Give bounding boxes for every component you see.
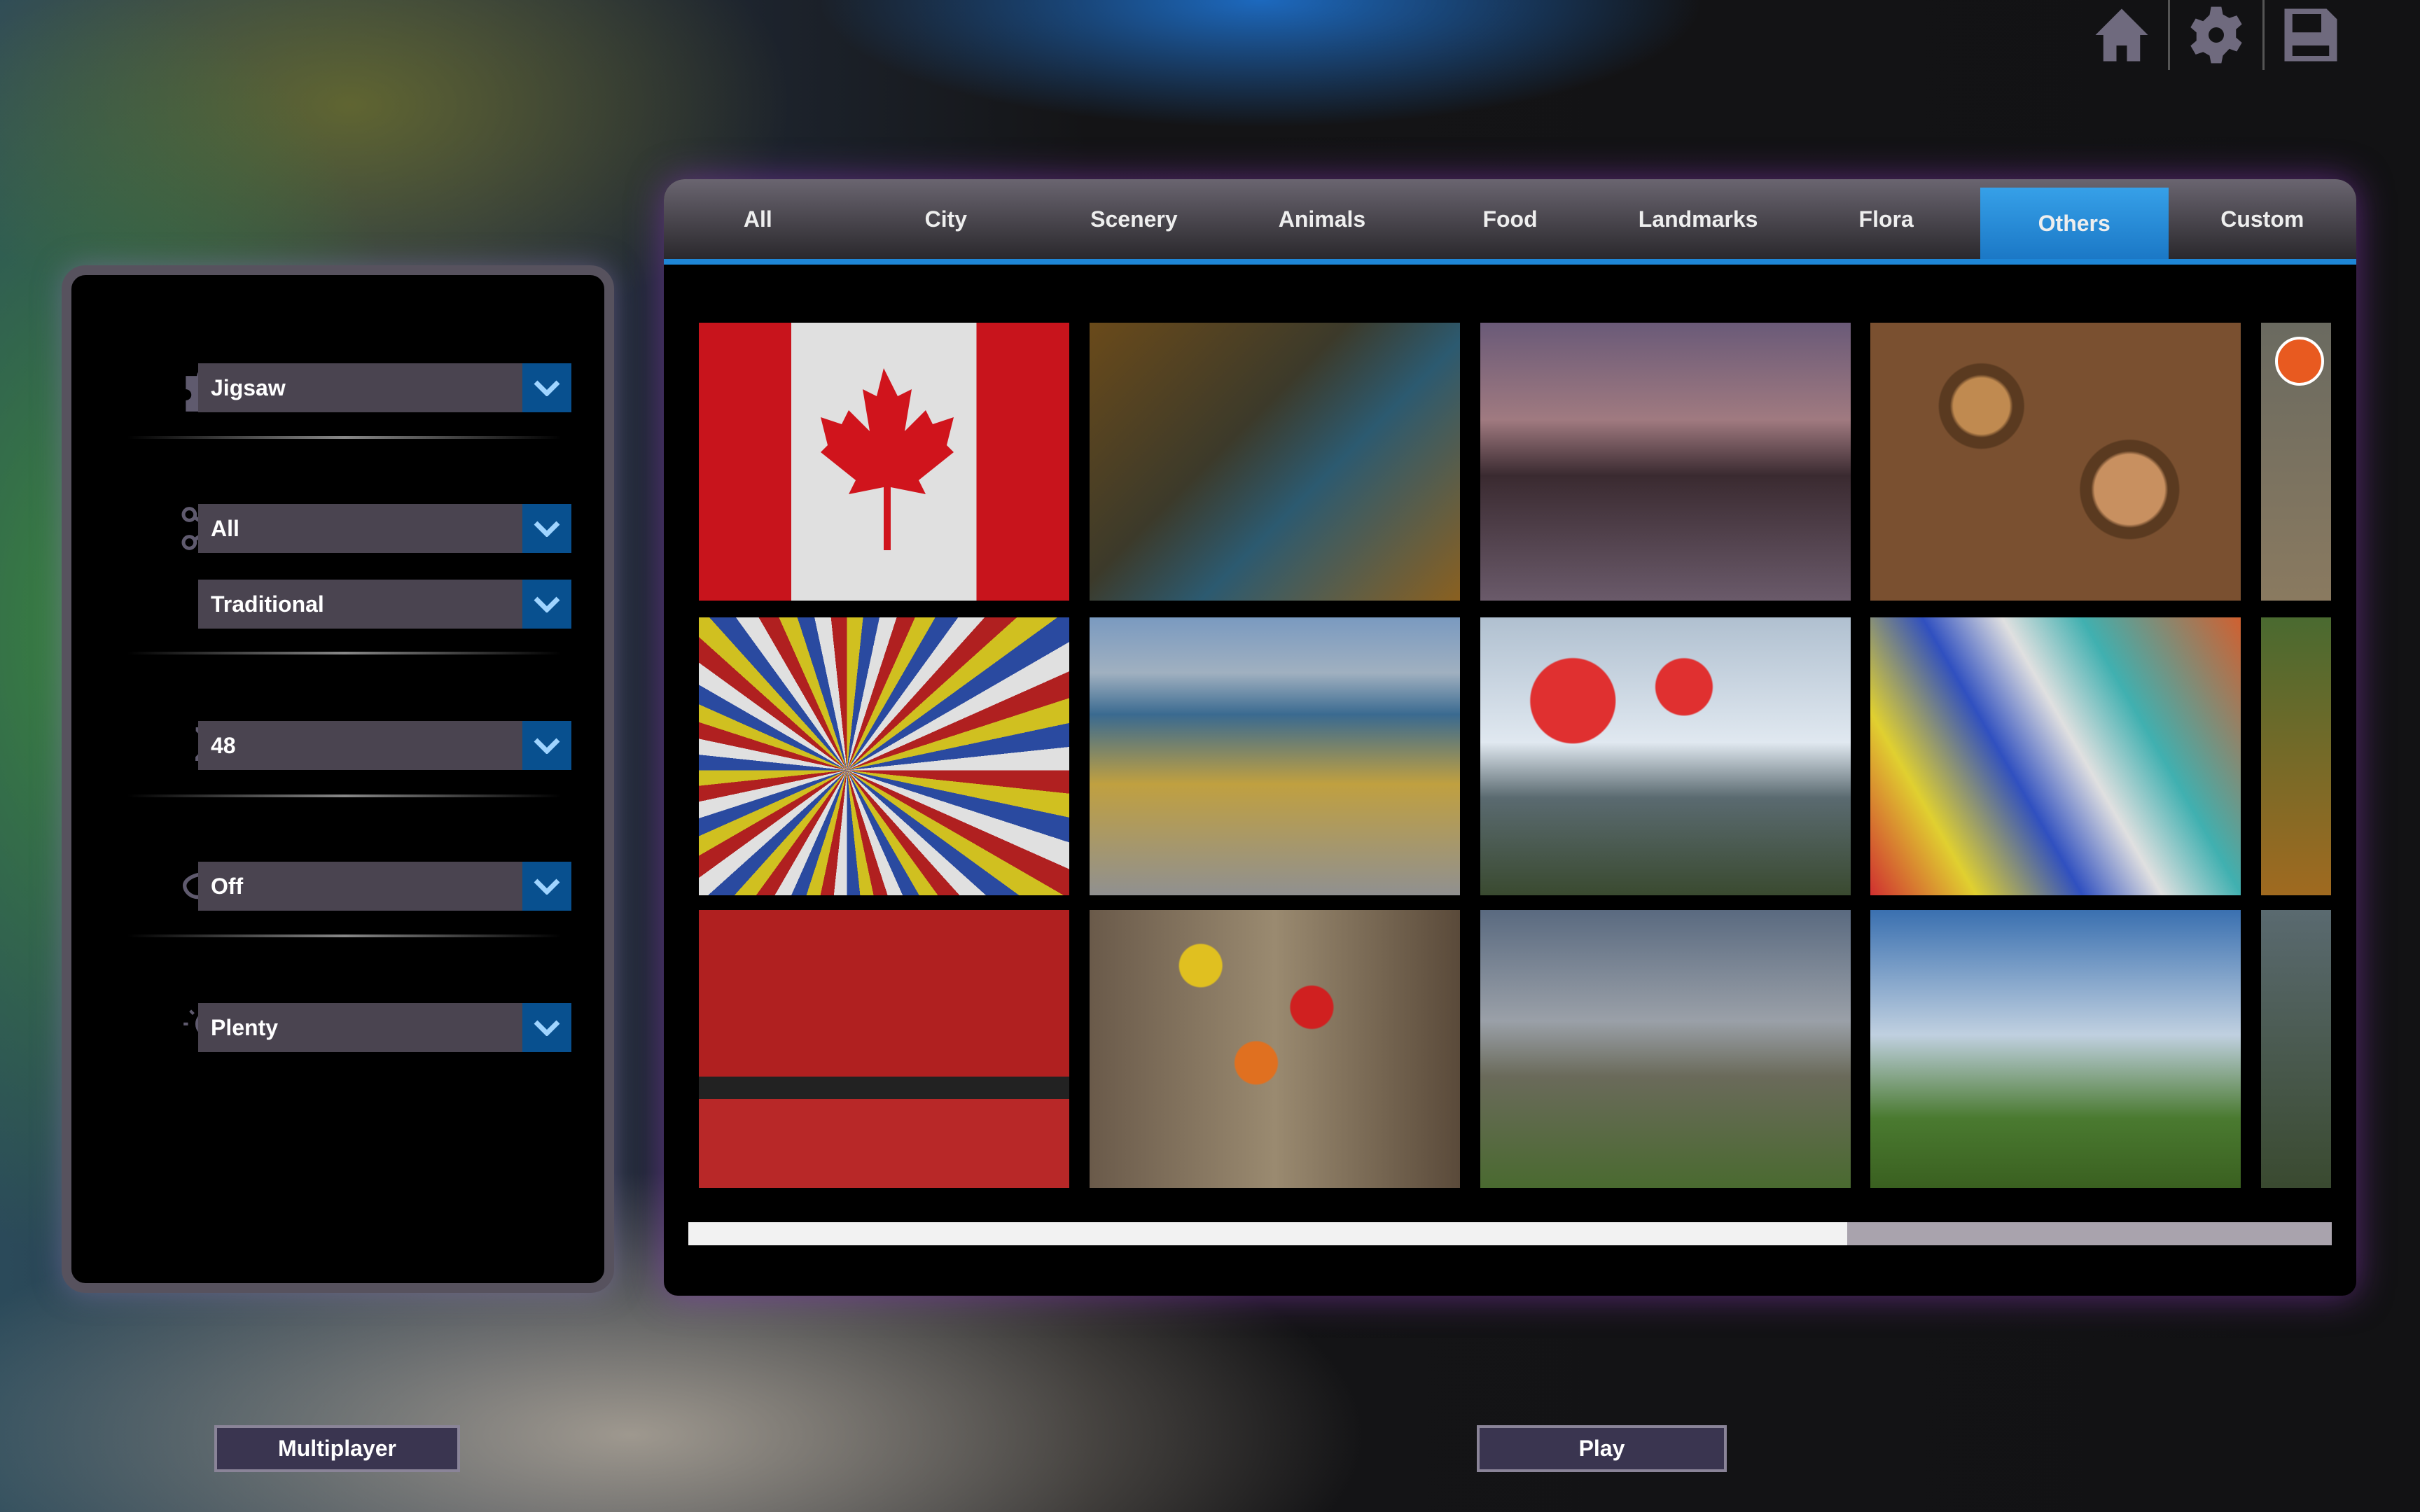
divider [127,934,562,937]
dropdown-value: 48 [198,733,522,759]
puzzle-tile-partial[interactable] [2261,910,2331,1188]
tab-food[interactable]: Food [1416,179,1604,259]
puzzle-tile-partial[interactable] [2261,323,2331,601]
puzzle-tile-hockey-skates[interactable] [699,910,1069,1188]
save-button[interactable] [2265,0,2357,70]
puzzle-type-dropdown[interactable]: Jigsaw [198,363,571,412]
horizontal-scrollbar[interactable] [688,1222,2332,1245]
dropdown-value: Off [198,874,522,899]
trophy-badge-icon [2275,337,2324,386]
scrollbar-thumb[interactable] [688,1222,1847,1245]
settings-panel: Jigsaw All Traditional Σ 48 Off w Plenty [62,265,614,1293]
puzzle-tile-deck-chairs[interactable] [1090,617,1460,895]
chevron-down-icon [522,721,571,770]
home-icon [2090,4,2153,66]
save-icon [2279,4,2342,66]
puzzle-browser: All City Scenery Animals Food Landmarks … [664,179,2356,1296]
gear-icon [2185,4,2247,66]
divider [127,436,562,439]
puzzle-tile-fishing-boats[interactable] [1480,323,1851,601]
tab-others[interactable]: Others [1980,188,2169,259]
home-button[interactable] [2075,0,2170,70]
chevron-down-icon [522,504,571,553]
tab-custom[interactable]: Custom [2169,179,2357,259]
puzzle-tile-totem-pole[interactable] [1090,323,1460,601]
rotation-dropdown[interactable]: Off [198,862,571,911]
puzzle-tile-canada-flag[interactable] [699,323,1069,601]
cut-style-dropdown[interactable]: All [198,504,571,553]
puzzle-tile-firewood[interactable] [1870,323,2241,601]
top-toolbar [2075,0,2357,70]
puzzle-tile-balloons-mountains[interactable] [1480,617,1851,895]
puzzle-tile-partial[interactable] [2261,617,2331,895]
divider [127,652,562,654]
tab-landmarks[interactable]: Landmarks [1604,179,1793,259]
chevron-down-icon [522,363,571,412]
dropdown-value: Plenty [198,1015,522,1041]
chevron-down-icon [522,580,571,629]
play-button[interactable]: Play [1477,1425,1727,1472]
tab-flora[interactable]: Flora [1792,179,1980,259]
puzzle-tile-headdress[interactable] [699,617,1069,895]
piece-count-dropdown[interactable]: 48 [198,721,571,770]
hints-dropdown[interactable]: Plenty [198,1003,571,1052]
tab-scenery[interactable]: Scenery [1040,179,1228,259]
multiplayer-button[interactable]: Multiplayer [214,1425,460,1472]
settings-button[interactable] [2170,0,2265,70]
tab-city[interactable]: City [852,179,1041,259]
dropdown-value: All [198,516,522,542]
chevron-down-icon [522,862,571,911]
puzzle-tile-buoys[interactable] [1870,617,2241,895]
dropdown-value: Traditional [198,592,522,617]
dropdown-value: Jigsaw [198,375,522,401]
chevron-down-icon [522,1003,571,1052]
cut-shape-dropdown[interactable]: Traditional [198,580,571,629]
tab-all[interactable]: All [664,179,852,259]
category-tabs: All City Scenery Animals Food Landmarks … [664,179,2356,265]
divider [127,794,562,797]
puzzle-tile-inukshuk[interactable] [1870,910,2241,1188]
puzzle-tile-umbrella-street[interactable] [1090,910,1460,1188]
maple-leaf-icon [814,365,954,554]
tab-animals[interactable]: Animals [1228,179,1417,259]
puzzle-tile-mining-dredge[interactable] [1480,910,1851,1188]
